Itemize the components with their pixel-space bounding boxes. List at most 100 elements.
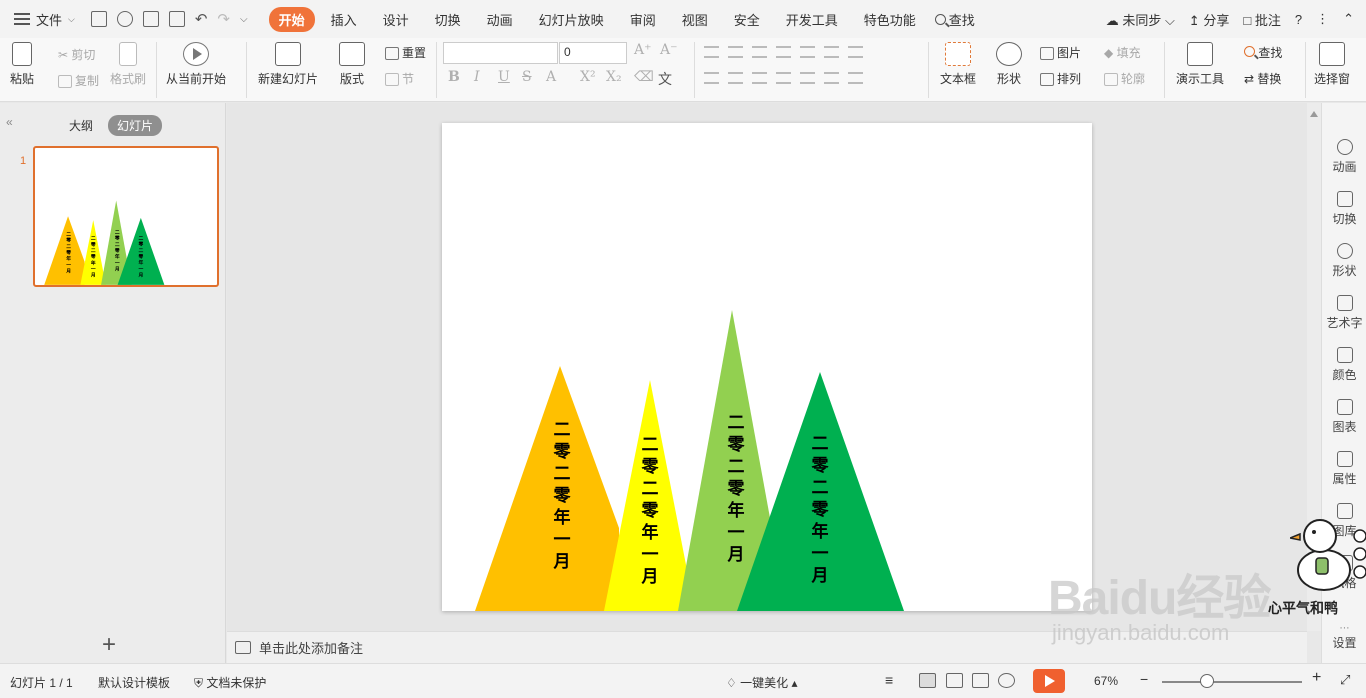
tab-developer[interactable]: 开发工具 xyxy=(776,7,848,32)
slide-triangle-label-1[interactable]: 二零二零年一月 xyxy=(553,420,572,572)
scroll-up-icon[interactable] xyxy=(1310,111,1318,117)
subscript-icon[interactable]: X₂ xyxy=(606,69,622,85)
section-button[interactable]: 节 xyxy=(385,70,414,87)
tab-security[interactable]: 安全 xyxy=(724,7,770,32)
tab-review[interactable]: 审阅 xyxy=(620,7,666,32)
zoom-out-icon[interactable]: − xyxy=(1140,671,1148,687)
bullets-icon[interactable] xyxy=(704,46,719,58)
paste-button[interactable]: 粘贴 xyxy=(10,42,34,87)
presentation-tools-button[interactable]: 演示工具 xyxy=(1176,42,1224,87)
font-name-select[interactable] xyxy=(443,42,558,64)
tab-slides[interactable]: 幻灯片 xyxy=(108,115,163,136)
arrange-button[interactable]: 排列 xyxy=(1040,70,1081,87)
print-icon[interactable] xyxy=(142,11,159,27)
font-color-icon[interactable]: A xyxy=(546,69,556,85)
collapse-ribbon-icon[interactable]: ⌃ xyxy=(1343,11,1354,27)
align-left-icon[interactable] xyxy=(704,72,719,84)
picture-button[interactable]: 图片 xyxy=(1040,44,1081,61)
pane-properties[interactable]: 属性 xyxy=(1322,451,1366,487)
pane-wordart[interactable]: 艺术字 xyxy=(1322,295,1366,331)
paragraph-spacing-icon[interactable] xyxy=(824,72,839,84)
design-template[interactable]: 默认设计模板 xyxy=(98,674,170,691)
underline-icon[interactable]: U xyxy=(498,69,510,85)
line-spacing-icon[interactable] xyxy=(848,46,863,58)
textbox-button[interactable]: 文本框 xyxy=(940,42,976,87)
tab-view[interactable]: 视图 xyxy=(672,7,718,32)
tab-special-features[interactable]: 特色功能 xyxy=(854,7,926,32)
distribute-icon[interactable] xyxy=(800,72,815,84)
redo-icon[interactable]: ↷ xyxy=(217,10,230,28)
bold-icon[interactable]: B xyxy=(448,69,460,85)
phonetic-icon[interactable]: 文 xyxy=(658,69,672,89)
numbering-icon[interactable] xyxy=(728,46,743,58)
layout-button[interactable]: 版式 xyxy=(339,42,365,87)
selection-pane-button[interactable]: 选择窗 xyxy=(1314,42,1350,87)
zoom-level[interactable]: 67% xyxy=(1094,674,1118,688)
customize-icon[interactable]: ⌵ xyxy=(240,14,248,25)
tab-design[interactable]: 设计 xyxy=(373,7,419,32)
tab-transitions[interactable]: 切换 xyxy=(425,7,471,32)
pane-shape[interactable]: 形状 xyxy=(1322,243,1366,279)
reading-view-icon[interactable] xyxy=(972,673,989,688)
pane-color[interactable]: 颜色 xyxy=(1322,347,1366,383)
fill-button[interactable]: ◆ 填充 xyxy=(1104,44,1141,61)
zoom-slider-handle[interactable] xyxy=(1200,674,1214,688)
tab-home[interactable]: 开始 xyxy=(268,6,315,32)
pane-chart[interactable]: 图表 xyxy=(1322,399,1366,435)
copy-button[interactable]: 复制 xyxy=(58,72,99,89)
italic-icon[interactable]: I xyxy=(474,69,480,85)
slide-triangle-label-2[interactable]: 二零二零年一月 xyxy=(641,435,660,587)
tab-outline[interactable]: 大纲 xyxy=(60,115,102,136)
justify-icon[interactable] xyxy=(776,72,791,84)
slide-sorter-icon[interactable] xyxy=(946,673,963,688)
protection-status[interactable]: ⛨ 文档未保护 xyxy=(194,674,266,691)
decrease-indent-icon[interactable] xyxy=(752,46,767,58)
slide-thumbnail[interactable]: 二零二零年一月 二零二零年一月 二零二零年一月 二零二零年一月 xyxy=(33,146,219,287)
presenter-view-icon[interactable] xyxy=(998,673,1015,688)
add-slide-button[interactable]: + xyxy=(102,631,116,659)
format-painter-button[interactable]: 格式刷 xyxy=(110,42,146,87)
shrink-font-icon[interactable]: A⁻ xyxy=(660,42,678,58)
play-slideshow-button[interactable] xyxy=(1033,669,1065,693)
more-icon[interactable]: ⋮ xyxy=(1316,11,1329,27)
beautify-button[interactable]: ♢ 一键美化 ▴ xyxy=(726,674,797,691)
sync-button[interactable]: ☁ 未同步 ⌵ xyxy=(1106,10,1175,29)
strikethrough-icon[interactable]: S xyxy=(522,69,532,85)
pane-transition[interactable]: 切换 xyxy=(1322,191,1366,227)
align-right-icon[interactable] xyxy=(752,72,767,84)
shape-button[interactable]: 形状 xyxy=(996,42,1022,87)
align-text-icon[interactable] xyxy=(848,72,863,84)
tab-animations[interactable]: 动画 xyxy=(477,7,523,32)
align-center-icon[interactable] xyxy=(728,72,743,84)
align-menu-icon[interactable]: ≡ xyxy=(885,672,893,688)
thumb-triangle-1[interactable] xyxy=(44,216,85,285)
comment-button[interactable]: □ 批注 xyxy=(1243,10,1280,29)
superscript-icon[interactable]: X² xyxy=(580,69,596,85)
print-preview-icon[interactable] xyxy=(168,11,185,27)
play-from-current-button[interactable]: 从当前开始 xyxy=(166,42,226,87)
replace-button[interactable]: ⇄ 替换 xyxy=(1244,70,1281,87)
pane-animation[interactable]: 动画 xyxy=(1322,139,1366,175)
slide-triangle-1[interactable] xyxy=(475,366,619,611)
tab-slideshow[interactable]: 幻灯片放映 xyxy=(529,7,614,32)
columns-icon[interactable] xyxy=(800,46,815,58)
find-button[interactable]: 查找 xyxy=(1244,44,1282,61)
outline-button[interactable]: 轮廓 xyxy=(1104,70,1145,87)
export-icon[interactable] xyxy=(116,11,133,27)
collapse-panel-icon[interactable]: « xyxy=(6,115,13,129)
zoom-in-icon[interactable]: + xyxy=(1312,669,1321,687)
tab-insert[interactable]: 插入 xyxy=(321,7,367,32)
file-menu[interactable]: 文件 ⌵ xyxy=(0,0,85,38)
normal-view-icon[interactable] xyxy=(919,673,936,688)
increase-indent-icon[interactable] xyxy=(776,46,791,58)
slide-canvas[interactable]: 二零二零年一月 二零二零年一月 二零二零年一月 二零二零年一月 xyxy=(442,123,1092,611)
clear-format-icon[interactable]: ⌫ xyxy=(634,69,654,85)
undo-icon[interactable]: ↶ xyxy=(195,10,208,28)
fit-window-icon[interactable]: ⤢ xyxy=(1340,672,1350,688)
grow-font-icon[interactable]: A⁺ xyxy=(634,42,652,58)
font-size-select[interactable]: 0 xyxy=(559,42,627,64)
zoom-slider[interactable] xyxy=(1162,681,1302,683)
slide-triangle-label-4[interactable]: 二零二零年一月 xyxy=(811,434,830,586)
search-command[interactable]: 查找 xyxy=(934,10,975,29)
reset-button[interactable]: 重置 xyxy=(385,44,426,61)
